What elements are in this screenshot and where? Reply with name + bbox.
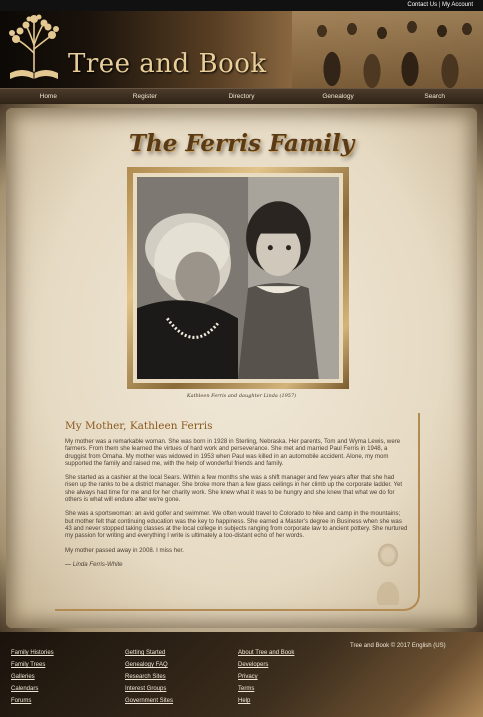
footer-link-terms[interactable]: Terms bbox=[238, 683, 294, 695]
my-account-link[interactable]: My Account bbox=[442, 2, 473, 8]
article-paragraph-3: She was a sportswoman: an avid golfer an… bbox=[65, 510, 408, 540]
header-family-photo bbox=[292, 11, 483, 88]
footer-link-galleries[interactable]: Galleries bbox=[11, 671, 54, 683]
nav-home[interactable]: Home bbox=[0, 93, 96, 100]
footer-link-government-sites[interactable]: Government Sites bbox=[125, 695, 173, 707]
footer-link-calendars[interactable]: Calendars bbox=[11, 683, 54, 695]
footer-link-help[interactable]: Help bbox=[238, 695, 294, 707]
article-paragraph-4: My mother passed away in 2008. I miss he… bbox=[65, 546, 184, 554]
footer-link-about[interactable]: About Tree and Book bbox=[238, 647, 294, 659]
nav-register[interactable]: Register bbox=[97, 93, 193, 100]
footer-link-forums[interactable]: Forums bbox=[11, 695, 54, 707]
utility-bar: Contact Us | My Account bbox=[0, 0, 483, 11]
nav-search[interactable]: Search bbox=[387, 93, 483, 100]
content-frame: The Ferris Family Kathleen Ferris and da… bbox=[0, 104, 483, 632]
footer-link-getting-started[interactable]: Getting Started bbox=[125, 647, 173, 659]
page-title: The Ferris Family bbox=[128, 130, 355, 157]
content-panel: The Ferris Family Kathleen Ferris and da… bbox=[6, 108, 477, 628]
nav-genealogy[interactable]: Genealogy bbox=[290, 93, 386, 100]
brand-name[interactable]: Tree and Book bbox=[68, 49, 267, 79]
article-heading: My Mother, Kathleen Ferris bbox=[65, 420, 213, 432]
footer-link-family-histories[interactable]: Family Histories bbox=[11, 647, 54, 659]
footer-link-developers[interactable]: Developers bbox=[238, 659, 294, 671]
footer-column-community: Family Histories Family Trees Galleries … bbox=[11, 647, 54, 707]
photo-caption: Kathleen Ferris and daughter Linda (1957… bbox=[186, 393, 297, 399]
contact-us-link[interactable]: Contact Us bbox=[407, 2, 437, 8]
family-photo[interactable] bbox=[137, 177, 339, 379]
photo-mat bbox=[133, 173, 343, 383]
footer-column-resources: Getting Started Genealogy FAQ Research S… bbox=[125, 647, 173, 707]
footer-link-privacy[interactable]: Privacy bbox=[238, 671, 294, 683]
tree-book-logo-icon[interactable] bbox=[4, 13, 64, 85]
footer-link-interest-groups[interactable]: Interest Groups bbox=[125, 683, 173, 695]
article-paragraph-1: My mother was a remarkable woman. She wa… bbox=[65, 438, 401, 467]
main-nav: Home Register Directory Genealogy Search bbox=[0, 88, 483, 104]
article-paragraph-2: She started as a cashier at the local Se… bbox=[65, 474, 403, 504]
site-header: Tree and Book bbox=[0, 11, 483, 88]
footer-column-about: About Tree and Book Developers Privacy T… bbox=[238, 647, 294, 707]
mother-daughter-photo-icon bbox=[137, 177, 339, 379]
article: My Mother, Kathleen Ferris My mother was… bbox=[55, 413, 420, 611]
footer-link-genealogy-faq[interactable]: Genealogy FAQ bbox=[125, 659, 173, 671]
footer-link-research-sites[interactable]: Research Sites bbox=[125, 671, 173, 683]
article-signature: — Linda Ferris-White bbox=[65, 560, 123, 568]
footer-link-family-trees[interactable]: Family Trees bbox=[11, 659, 54, 671]
nav-directory[interactable]: Directory bbox=[193, 93, 289, 100]
site-footer: Family Histories Family Trees Galleries … bbox=[0, 632, 483, 717]
copyright-notice: Tree and Book © 2017 English (US) bbox=[350, 643, 446, 649]
family-photo-frame bbox=[127, 167, 349, 389]
